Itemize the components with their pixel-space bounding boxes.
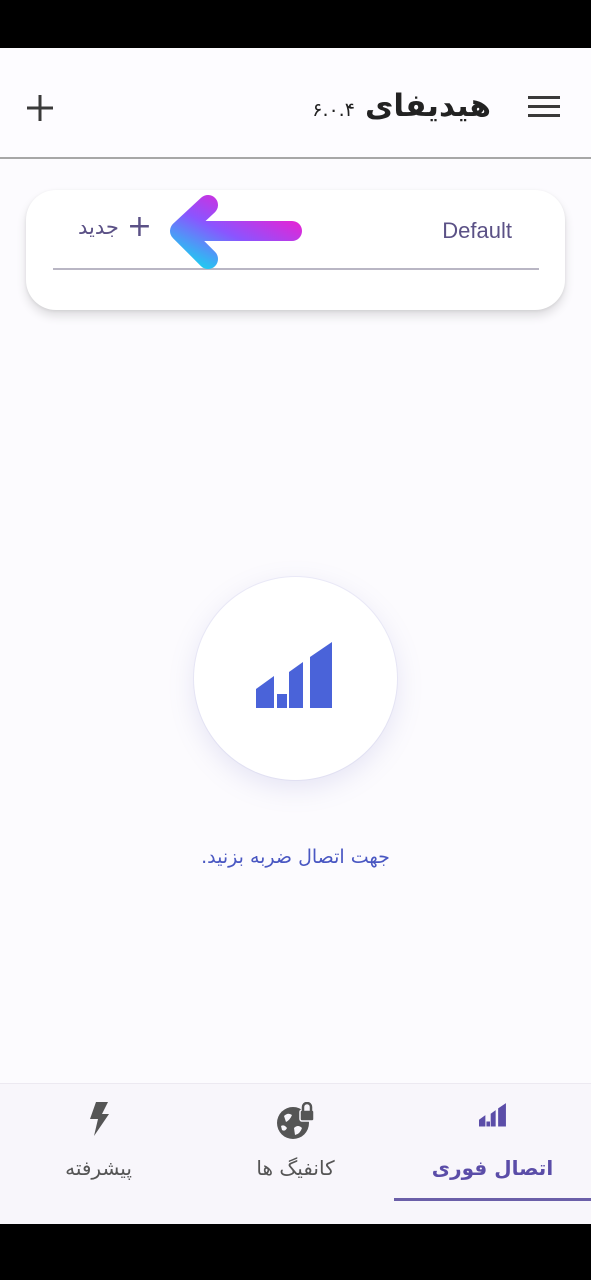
hiddify-logo-icon bbox=[256, 642, 332, 708]
app-bar: هیدیفای ۶.۰.۴ bbox=[0, 48, 591, 159]
hiddify-logo-icon bbox=[478, 1103, 506, 1127]
lightning-icon bbox=[89, 1102, 109, 1136]
new-profile-button[interactable]: + جدید bbox=[78, 212, 152, 242]
connect-button[interactable] bbox=[194, 577, 397, 780]
nav-instant-connect[interactable]: اتصال فوری bbox=[394, 1084, 591, 1225]
app-title-text: هیدیفای bbox=[364, 88, 491, 124]
system-nav-bar bbox=[0, 1224, 591, 1280]
nav-configs[interactable]: کانفیگ ها bbox=[197, 1084, 394, 1225]
plus-icon[interactable] bbox=[24, 92, 56, 124]
plus-icon: + bbox=[126, 209, 153, 244]
app-title: هیدیفای ۶.۰.۴ bbox=[312, 88, 491, 124]
nav-configs-label: کانفیگ ها bbox=[256, 1156, 335, 1180]
hamburger-menu-icon[interactable] bbox=[524, 92, 566, 122]
bottom-navigation: پیشرفته کانفیگ ها اتصال فوری bbox=[0, 1083, 591, 1224]
app-version: ۶.۰.۴ bbox=[312, 99, 355, 121]
nav-advanced[interactable]: پیشرفته bbox=[0, 1084, 197, 1225]
status-bar bbox=[0, 0, 591, 48]
new-profile-label: جدید bbox=[78, 215, 119, 239]
globe-lock-icon bbox=[276, 1102, 315, 1139]
nav-advanced-label: پیشرفته bbox=[65, 1156, 132, 1180]
profile-dropdown[interactable]: Default bbox=[442, 218, 512, 244]
connect-hint-text: جهت اتصال ضربه بزنید. bbox=[201, 846, 390, 868]
gradient-arrow-left-icon bbox=[170, 195, 302, 269]
nav-instant-label: اتصال فوری bbox=[431, 1156, 554, 1180]
nav-active-indicator bbox=[394, 1198, 591, 1201]
